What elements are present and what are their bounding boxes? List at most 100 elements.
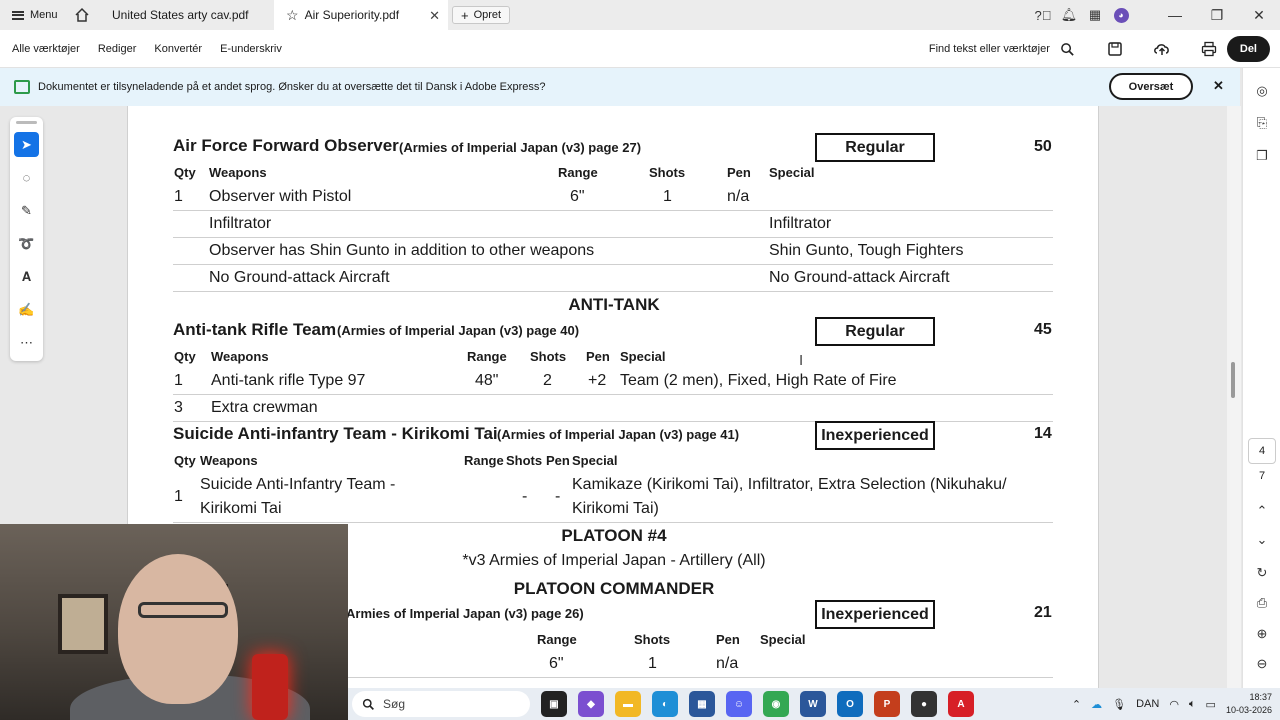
page-number-input[interactable]: 4 — [1248, 438, 1276, 464]
vertical-scrollbar[interactable] — [1227, 106, 1241, 688]
share-button[interactable]: Del — [1226, 36, 1270, 62]
chrome-browser-icon[interactable]: ◉ — [763, 691, 789, 717]
chevron-up-icon[interactable]: ⌃ — [1072, 698, 1081, 711]
new-tab-label: Opret — [473, 9, 502, 21]
menu-button[interactable]: Menu — [0, 9, 64, 21]
afo-rule-3: No Ground-attack Aircraft — [209, 269, 390, 286]
presenter-head — [118, 554, 238, 704]
ai-assistant-icon[interactable]: ◎ — [1253, 82, 1271, 100]
word-app-icon[interactable]: W — [800, 691, 826, 717]
convert-menu[interactable]: Konvertér — [154, 43, 202, 55]
outlook-app-icon[interactable]: O — [837, 691, 863, 717]
new-tab-button[interactable]: + Opret — [452, 6, 511, 24]
col-weapons: Weapons — [211, 349, 269, 364]
bookmark-icon[interactable]: ⎘ — [1253, 114, 1271, 132]
col-weapons: Weapons — [200, 453, 258, 468]
afo-title: Air Force Forward Observer — [173, 136, 399, 155]
afo-pen: n/a — [727, 188, 750, 205]
home-button[interactable] — [64, 0, 100, 30]
col-shots: Shots — [634, 632, 671, 647]
discord-app-icon[interactable]: ☺ — [726, 691, 752, 717]
pages-icon[interactable]: ❐ — [1253, 147, 1271, 165]
page-total: 7 — [1258, 470, 1266, 482]
commander-shots: 1 — [648, 655, 657, 672]
all-tools-menu[interactable]: Alle værktøjer — [12, 43, 80, 55]
page-fit-icon[interactable]: ⎙ — [1253, 594, 1271, 612]
select-cursor-icon[interactable]: ➤ — [14, 132, 39, 157]
help-icon[interactable]: ?⃝ — [1030, 0, 1056, 30]
home-icon — [75, 7, 89, 22]
onedrive-icon[interactable]: ☁ — [1091, 698, 1102, 711]
translate-banner: Dokumentet er tilsyneladende på et andet… — [0, 68, 1240, 106]
copilot-app-icon[interactable]: ◆ — [578, 691, 604, 717]
afo-shots: 1 — [663, 188, 672, 205]
close-tab-icon[interactable]: ✕ — [429, 8, 440, 24]
zoom-out-icon[interactable]: ⊖ — [1253, 655, 1271, 673]
toolbar-right: Find tekst eller værktøjer Del — [929, 30, 1270, 68]
clock[interactable]: 18:37 10-03-2026 — [1226, 691, 1272, 717]
col-range: Range — [537, 632, 577, 647]
star-icon[interactable]: ☆ — [286, 7, 299, 24]
upload-cloud-icon[interactable] — [1153, 41, 1171, 57]
col-range: Range — [467, 349, 507, 364]
sait-special-line1: Kamikaze (Kirikomi Tai), Infiltrator, Ex… — [572, 476, 1007, 493]
language-indicator[interactable]: DAN — [1136, 698, 1159, 710]
refresh-icon[interactable]: ↻ — [1253, 564, 1271, 582]
store-app-icon[interactable]: ▦ — [689, 691, 715, 717]
text-box-icon[interactable]: 𝐀 — [14, 264, 39, 289]
minimize-icon[interactable]: — — [1154, 0, 1196, 30]
speaker-icon[interactable]: 🔈︎ — [1189, 698, 1196, 711]
acrobat-app-icon[interactable]: A — [948, 691, 974, 717]
tab-air-superiority[interactable]: ☆ Air Superiority.pdf ✕ — [274, 0, 448, 30]
apps-grid-icon[interactable]: ▦ — [1082, 0, 1108, 30]
find-tools-label[interactable]: Find tekst eller værktøjer — [929, 43, 1050, 55]
chevron-up-icon[interactable]: ⌃ — [1253, 502, 1271, 520]
zoom-in-icon[interactable]: ⊕ — [1253, 625, 1271, 643]
obs-app-icon[interactable]: ● — [911, 691, 937, 717]
save-icon[interactable] — [1107, 41, 1123, 57]
search-icon[interactable] — [1060, 42, 1075, 57]
banner-message: Dokumentet er tilsyneladende på et andet… — [38, 81, 546, 93]
wifi-icon[interactable]: ◠ — [1169, 698, 1179, 711]
atr-experience: Regular — [815, 317, 935, 346]
print-icon[interactable] — [1201, 41, 1217, 57]
text-cursor-icon: I — [799, 352, 804, 369]
edit-menu[interactable]: Rediger — [98, 43, 137, 55]
profile-button[interactable]: ◕ — [1108, 0, 1134, 30]
tab-title: United States arty cav.pdf — [112, 8, 249, 22]
more-icon[interactable]: ⋯ — [14, 330, 39, 355]
close-window-icon[interactable]: ✕ — [1238, 0, 1280, 30]
restore-icon[interactable]: ❐ — [1196, 0, 1238, 30]
col-shots: Shots — [530, 349, 567, 364]
close-banner-icon[interactable]: ✕ — [1213, 78, 1224, 94]
comment-icon[interactable]: ◌ — [14, 165, 39, 190]
freehand-draw-icon[interactable]: ➰ — [14, 231, 39, 256]
edge-browser-icon[interactable]: ◐ — [652, 691, 678, 717]
battery-icon[interactable]: ▭ — [1206, 698, 1216, 711]
menu-label: Menu — [30, 9, 58, 21]
highlight-pen-icon[interactable]: ✎ — [14, 198, 39, 223]
scroll-thumb[interactable] — [1231, 362, 1235, 398]
sait-special-line2: Kirikomi Tai) — [572, 500, 659, 517]
microphone-icon[interactable]: 🎙︎ — [1112, 698, 1126, 711]
chevron-down-icon[interactable]: ⌄ — [1253, 531, 1271, 549]
tab-united-states[interactable]: United States arty cav.pdf — [100, 0, 274, 30]
col-qty: Qty — [174, 453, 196, 468]
atr-special: Team (2 men), Fixed, High Rate of Fire — [620, 372, 897, 389]
bell-icon[interactable]: 🔔︎ — [1056, 0, 1082, 30]
file-explorer-icon[interactable]: ▬ — [615, 691, 641, 717]
task-view-icon[interactable]: ▣ — [541, 691, 567, 717]
sait-points: 14 — [1034, 425, 1052, 442]
col-qty: Qty — [174, 165, 196, 180]
commander-experience: Inexperienced — [815, 600, 935, 629]
translate-button[interactable]: Oversæt — [1109, 73, 1193, 100]
col-pen: Pen — [727, 165, 751, 180]
signature-icon[interactable]: ✍ — [14, 297, 39, 322]
drag-handle[interactable] — [16, 121, 37, 124]
powerpoint-app-icon[interactable]: P — [874, 691, 900, 717]
atr-shots: 2 — [543, 372, 552, 389]
esign-menu[interactable]: E-underskriv — [220, 43, 282, 55]
col-special: Special — [769, 165, 815, 180]
taskbar-search[interactable]: Søg — [352, 691, 530, 717]
col-range: Range — [558, 165, 598, 180]
